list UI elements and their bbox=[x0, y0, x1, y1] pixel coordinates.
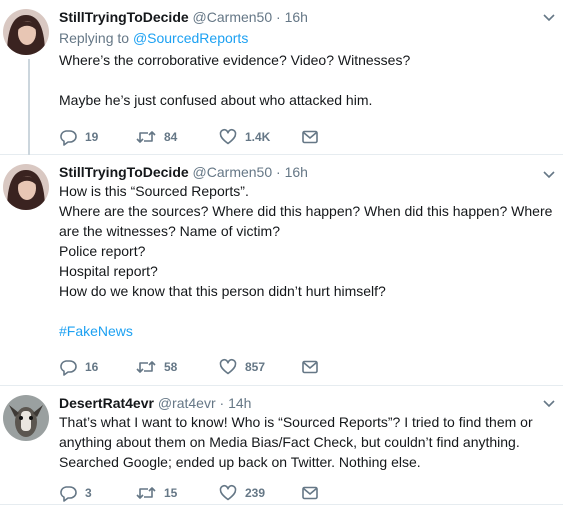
reply-count: 3 bbox=[85, 486, 92, 500]
heart-icon bbox=[219, 484, 237, 501]
tweet[interactable]: DesertRat4evr @rat4evr · 14h That’s what… bbox=[0, 386, 563, 505]
tweet-text-line: Searched Google; ended up back on Twitte… bbox=[59, 454, 421, 470]
separator: · bbox=[276, 164, 281, 180]
envelope-icon bbox=[302, 360, 318, 374]
timestamp[interactable]: 16h bbox=[285, 9, 308, 25]
tweet-content: StillTryingToDecide @Carmen50 · 16h Repl… bbox=[59, 8, 553, 110]
tweet-text-line: Where are the sources? Where did this ha… bbox=[59, 203, 553, 219]
reply-button[interactable]: 19 bbox=[59, 127, 98, 147]
tweet-header: StillTryingToDecide @Carmen50 · 16h bbox=[59, 8, 553, 26]
tweet-text-line: are the witnesses? Name of victim? bbox=[59, 223, 280, 239]
tweet-actions: 19 84 1.4K bbox=[59, 127, 379, 147]
tweet-content: StillTryingToDecide @Carmen50 · 16h How … bbox=[59, 163, 553, 341]
retweet-button[interactable]: 84 bbox=[136, 127, 177, 147]
timestamp[interactable]: 16h bbox=[285, 164, 308, 180]
separator: · bbox=[219, 395, 225, 411]
replying-to: Replying to @SourcedReports bbox=[59, 29, 553, 47]
tweet-text: That’s what I want to know! Who is “Sour… bbox=[59, 412, 553, 472]
tweet-text-line: Police report? bbox=[59, 243, 146, 259]
replying-to-link[interactable]: @SourcedReports bbox=[133, 30, 248, 46]
tweet[interactable]: StillTryingToDecide @Carmen50 · 16h How … bbox=[0, 155, 563, 386]
reply-icon bbox=[60, 486, 77, 502]
envelope-icon bbox=[302, 486, 318, 500]
tweet-text-line bbox=[59, 301, 553, 321]
direct-message-button[interactable] bbox=[301, 483, 319, 503]
tweet-text: How is this “Sourced Reports”. Where are… bbox=[59, 181, 553, 341]
like-count: 1.4K bbox=[245, 130, 271, 144]
tweet-actions: 16 58 857 bbox=[59, 357, 379, 377]
avatar[interactable] bbox=[3, 9, 49, 55]
display-name[interactable]: DesertRat4evr bbox=[59, 395, 154, 411]
retweet-icon bbox=[136, 361, 156, 373]
reply-icon bbox=[60, 130, 77, 146]
avatar[interactable] bbox=[3, 395, 49, 441]
timestamp[interactable]: 14h bbox=[228, 395, 251, 411]
envelope-icon bbox=[302, 130, 318, 144]
direct-message-button[interactable] bbox=[301, 127, 319, 147]
tweet-header: DesertRat4evr @rat4evr · 14h bbox=[59, 394, 553, 412]
thread-connector bbox=[28, 59, 30, 155]
retweet-count: 15 bbox=[164, 486, 178, 500]
like-count: 239 bbox=[245, 486, 266, 500]
retweet-icon bbox=[136, 131, 156, 143]
retweet-button[interactable]: 15 bbox=[136, 483, 177, 503]
reply-count: 16 bbox=[85, 360, 99, 374]
like-button[interactable]: 239 bbox=[219, 483, 265, 503]
hashtag-link[interactable]: #FakeNews bbox=[59, 321, 553, 341]
replying-prefix: Replying to bbox=[59, 30, 130, 46]
heart-icon bbox=[219, 128, 237, 145]
retweet-count: 58 bbox=[164, 360, 178, 374]
like-count: 857 bbox=[245, 360, 266, 374]
tweet-text-line: Maybe he’s just confused about who attac… bbox=[59, 92, 373, 108]
reply-count: 19 bbox=[85, 130, 99, 144]
username[interactable]: @Carmen50 bbox=[193, 164, 273, 180]
tweet-text: Where’s the corroborative evidence? Vide… bbox=[59, 50, 553, 110]
tweet-text-line: Where’s the corroborative evidence? Vide… bbox=[59, 52, 411, 68]
tweet-text-line: How do we know that this person didn’t h… bbox=[59, 283, 386, 299]
reply-icon bbox=[60, 360, 77, 376]
display-name[interactable]: StillTryingToDecide bbox=[59, 9, 189, 25]
tweet[interactable]: StillTryingToDecide @Carmen50 · 16h Repl… bbox=[0, 0, 563, 155]
tweet-text-line: Hospital report? bbox=[59, 263, 158, 279]
tweet-content: DesertRat4evr @rat4evr · 14h That’s what… bbox=[59, 394, 553, 472]
tweet-text-line: How is this “Sourced Reports”. bbox=[59, 183, 249, 199]
avatar[interactable] bbox=[3, 164, 49, 210]
tweet-actions: 3 15 239 bbox=[59, 483, 379, 503]
retweet-count: 84 bbox=[164, 130, 178, 144]
username[interactable]: @Carmen50 bbox=[193, 9, 273, 25]
username[interactable]: @rat4evr bbox=[158, 395, 216, 411]
like-button[interactable]: 857 bbox=[219, 357, 265, 377]
direct-message-button[interactable] bbox=[301, 357, 319, 377]
display-name[interactable]: StillTryingToDecide bbox=[59, 164, 189, 180]
tweet-text-line bbox=[59, 70, 553, 90]
tweet-header: StillTryingToDecide @Carmen50 · 16h bbox=[59, 163, 553, 181]
tweet-text-line: anything about them on Media Bias/Fact C… bbox=[59, 434, 520, 450]
retweet-button[interactable]: 58 bbox=[136, 357, 177, 377]
tweet-text-line: That’s what I want to know! Who is “Sour… bbox=[59, 414, 533, 430]
reply-button[interactable]: 3 bbox=[59, 483, 92, 503]
separator: · bbox=[276, 9, 281, 25]
reply-button[interactable]: 16 bbox=[59, 357, 98, 377]
heart-icon bbox=[219, 358, 237, 375]
like-button[interactable]: 1.4K bbox=[219, 127, 270, 147]
retweet-icon bbox=[136, 487, 156, 499]
